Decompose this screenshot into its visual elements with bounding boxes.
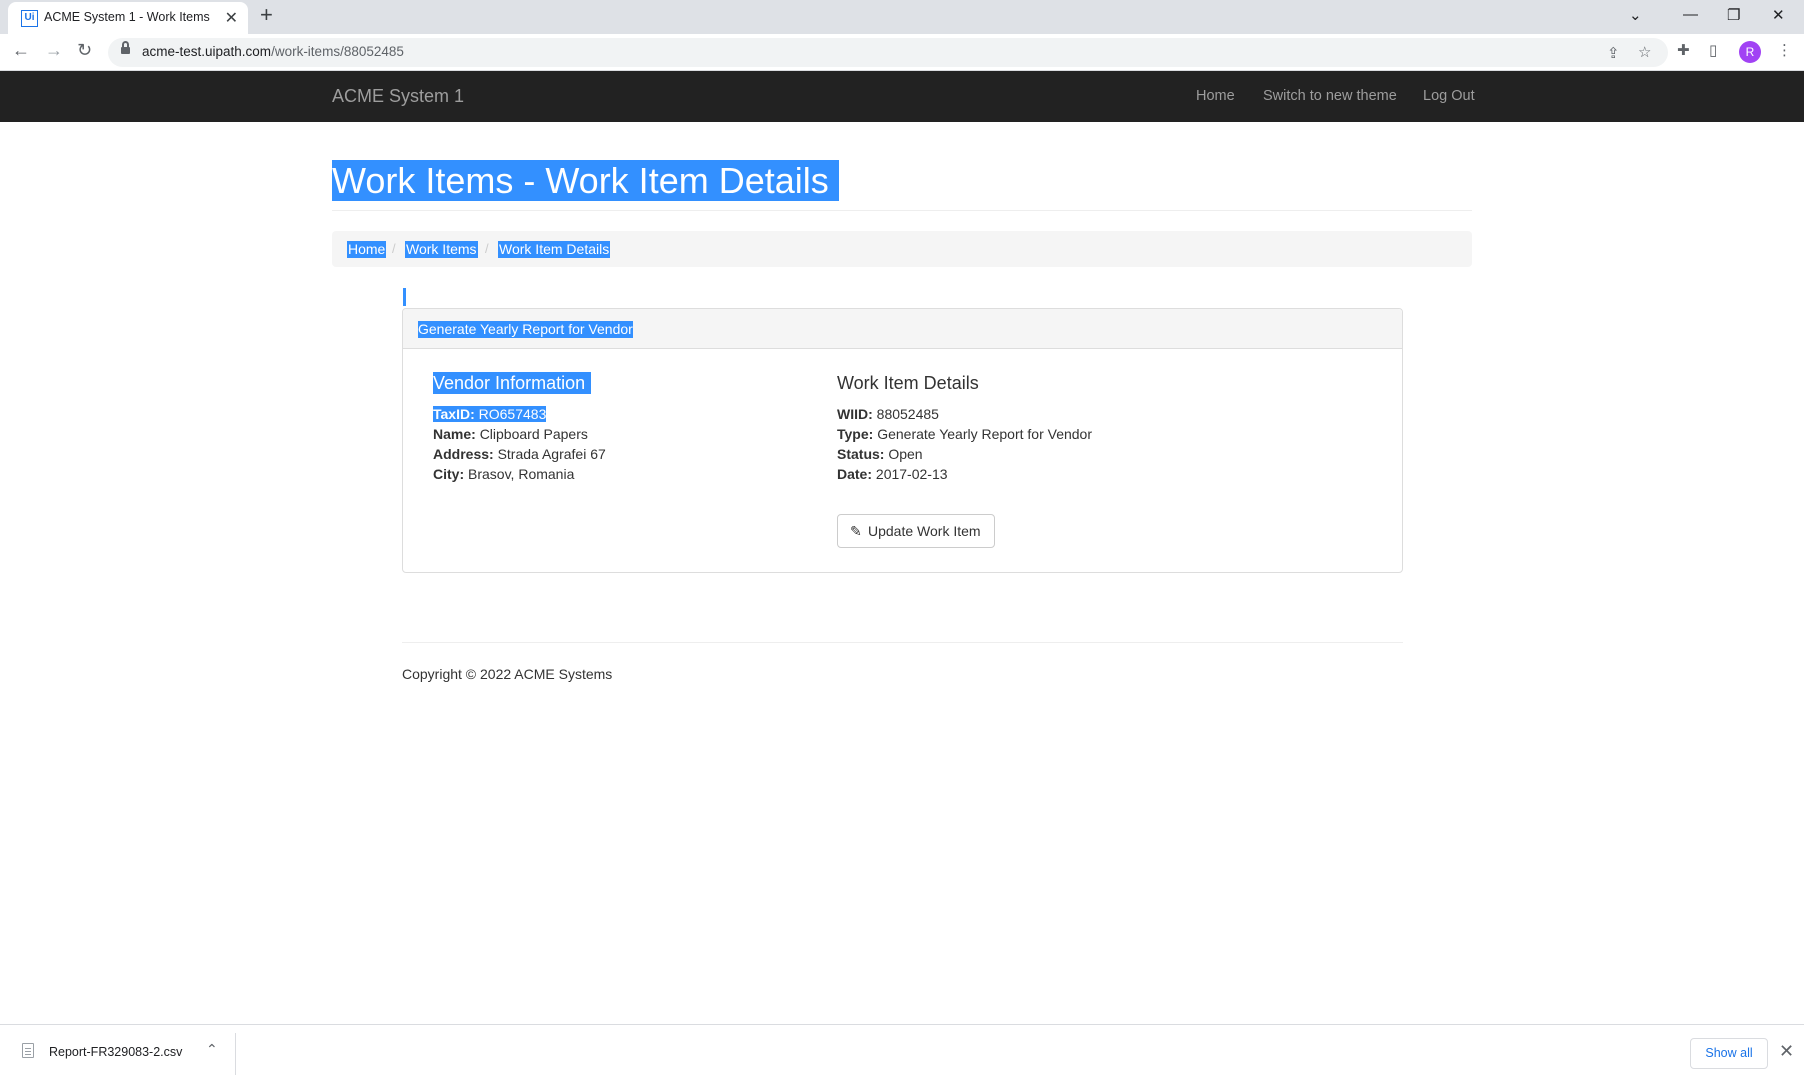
nav-switch-theme-link[interactable]: Switch to new theme [1263, 88, 1397, 104]
shelf-close-icon[interactable]: ✕ [1779, 1041, 1794, 1062]
download-filename[interactable]: Report-FR329083-2.csv [49, 1045, 182, 1059]
browser-toolbar: ← → ↻ acme-test.uipath.com/work-items/88… [0, 34, 1804, 71]
work-item-panel: Generate Yearly Report for Vendor Vendor… [402, 308, 1403, 573]
detail-status-row: Status: Open [837, 446, 923, 463]
file-icon [22, 1043, 34, 1058]
field-value: Open [888, 446, 923, 462]
profile-avatar[interactable]: R [1739, 41, 1761, 63]
vendor-info-title: Vendor Information [433, 372, 592, 394]
field-label: Name: [433, 426, 476, 442]
url-text: acme-test.uipath.com/work-items/88052485 [142, 44, 404, 59]
back-arrow-icon[interactable]: ← [12, 40, 30, 61]
browser-tab-strip: Ui ACME System 1 - Work Items ✕ + ⌄ — ❐ … [0, 0, 1804, 34]
chevron-up-icon[interactable]: ⌃ [206, 1041, 218, 1058]
nav-logout-link[interactable]: Log Out [1423, 88, 1475, 104]
field-value: Clipboard Papers [479, 426, 588, 442]
vendor-name-row: Name: Clipboard Papers [433, 426, 588, 443]
breadcrumb-separator: / [485, 241, 489, 256]
pencil-icon: ✎ [850, 523, 862, 539]
breadcrumb-separator: / [392, 241, 396, 256]
download-shelf: Report-FR329083-2.csv ⌃ Show all ✕ [0, 1024, 1804, 1082]
field-value: RO657483 [478, 406, 547, 422]
tab-search-chevron-icon[interactable]: ⌄ [1629, 6, 1642, 24]
restore-icon[interactable]: ❐ [1727, 6, 1740, 24]
uipath-favicon-icon: Ui [21, 10, 38, 27]
detail-wiid-row: WIID: 88052485 [837, 406, 939, 423]
window-close-icon[interactable]: ✕ [1772, 6, 1785, 24]
site-navbar: ACME System 1 Home Switch to new theme L… [0, 71, 1804, 122]
vendor-taxid-row: TaxID: RO657483 [433, 406, 547, 423]
selection-caret [403, 288, 406, 306]
field-label: TaxID: [433, 406, 475, 422]
detail-type-row: Type: Generate Yearly Report for Vendor [837, 426, 1092, 443]
work-item-details-title: Work Item Details [837, 373, 979, 393]
vendor-address-row: Address: Strada Agrafei 67 [433, 446, 606, 463]
forward-arrow-icon[interactable]: → [45, 40, 63, 61]
breadcrumb-work-item-details: Work Item Details [498, 241, 611, 258]
extensions-puzzle-icon[interactable]: ✚ [1677, 41, 1690, 59]
url-path: /work-items/88052485 [271, 44, 404, 59]
breadcrumb-work-items[interactable]: Work Items [405, 241, 478, 258]
tab-close-icon[interactable]: ✕ [225, 8, 238, 28]
field-label: Type: [837, 426, 874, 442]
minimize-icon[interactable]: — [1683, 6, 1698, 23]
field-value: Strada Agrafei 67 [497, 446, 606, 462]
field-label: Status: [837, 446, 885, 462]
side-panel-icon[interactable]: ▯ [1709, 41, 1717, 59]
address-bar[interactable]: acme-test.uipath.com/work-items/88052485… [108, 38, 1668, 67]
url-host: acme-test.uipath.com [142, 44, 272, 59]
panel-heading-text: Generate Yearly Report for Vendor [418, 321, 633, 338]
footer-divider [402, 642, 1403, 643]
share-icon[interactable]: ⇪ [1607, 44, 1620, 62]
new-tab-icon[interactable]: + [260, 2, 273, 28]
nav-home-link[interactable]: Home [1196, 88, 1235, 104]
field-label: WIID: [837, 406, 873, 422]
update-work-item-label: Update Work Item [868, 523, 981, 539]
update-work-item-button[interactable]: ✎ Update Work Item [837, 514, 995, 548]
field-value: 2017-02-13 [875, 466, 948, 482]
field-label: Date: [837, 466, 873, 482]
show-all-button[interactable]: Show all [1690, 1038, 1768, 1069]
detail-date-row: Date: 2017-02-13 [837, 466, 948, 483]
panel-heading: Generate Yearly Report for Vendor [403, 309, 1402, 349]
vendor-city-row: City: Brasov, Romania [433, 466, 574, 483]
navbar-brand[interactable]: ACME System 1 [332, 86, 464, 107]
title-divider [332, 210, 1472, 211]
browser-tab[interactable]: Ui ACME System 1 - Work Items ✕ [8, 2, 248, 34]
field-label: Address: [433, 446, 494, 462]
breadcrumb-home[interactable]: Home [347, 241, 387, 258]
copyright-text: Copyright © 2022 ACME Systems [402, 666, 613, 682]
field-value: Brasov, Romania [468, 466, 575, 482]
field-value: 88052485 [876, 406, 939, 422]
field-value: Generate Yearly Report for Vendor [877, 426, 1093, 442]
reload-icon[interactable]: ↻ [77, 40, 92, 61]
field-label: City: [433, 466, 465, 482]
breadcrumb: Home / Work Items / Work Item Details [332, 231, 1472, 267]
page-title: Work Items - Work Item Details [332, 160, 839, 201]
lock-icon [121, 41, 130, 56]
browser-menu-icon[interactable]: ⋮ [1777, 41, 1792, 59]
tab-title: ACME System 1 - Work Items [44, 10, 210, 24]
bookmark-star-icon[interactable]: ☆ [1638, 43, 1651, 61]
shelf-divider [235, 1033, 236, 1075]
